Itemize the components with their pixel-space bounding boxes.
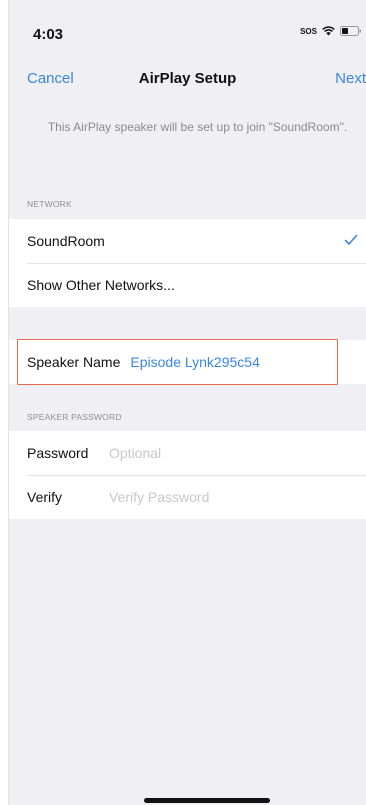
sos-indicator: SOS — [300, 26, 317, 36]
password-label: Password — [27, 445, 89, 461]
network-list: SoundRoom Show Other Networks... — [9, 219, 366, 307]
password-fields: Password Verify — [9, 431, 366, 519]
password-field[interactable] — [109, 445, 329, 461]
speaker-password-section-header: SPEAKER PASSWORD — [27, 412, 122, 422]
status-bar: 4:03 SOS — [9, 0, 366, 64]
verify-label: Verify — [27, 489, 63, 505]
battery-icon — [340, 26, 362, 36]
status-icons: SOS — [300, 26, 362, 36]
network-item-soundroom[interactable]: SoundRoom — [9, 219, 366, 263]
intro-text: This AirPlay speaker will be set up to j… — [47, 120, 348, 134]
show-other-networks-item[interactable]: Show Other Networks... — [9, 263, 366, 307]
airplay-setup-screen: 4:03 SOS AirPlay Setup Cancel Next This … — [8, 0, 366, 805]
network-item-label: SoundRoom — [27, 233, 105, 249]
verify-password-field[interactable] — [109, 489, 329, 505]
speaker-name-highlight — [17, 339, 338, 385]
password-row[interactable]: Password — [9, 431, 366, 475]
home-indicator — [144, 798, 270, 803]
network-item-label: Show Other Networks... — [27, 277, 175, 293]
navigation-bar: AirPlay Setup Cancel Next — [9, 60, 366, 96]
status-time: 4:03 — [33, 26, 64, 43]
verify-row[interactable]: Verify — [9, 475, 366, 519]
wifi-icon — [322, 26, 335, 36]
next-button[interactable]: Next — [335, 70, 366, 87]
checkmark-icon — [344, 233, 358, 251]
network-section-header: NETWORK — [27, 199, 72, 209]
cancel-button[interactable]: Cancel — [27, 70, 74, 87]
